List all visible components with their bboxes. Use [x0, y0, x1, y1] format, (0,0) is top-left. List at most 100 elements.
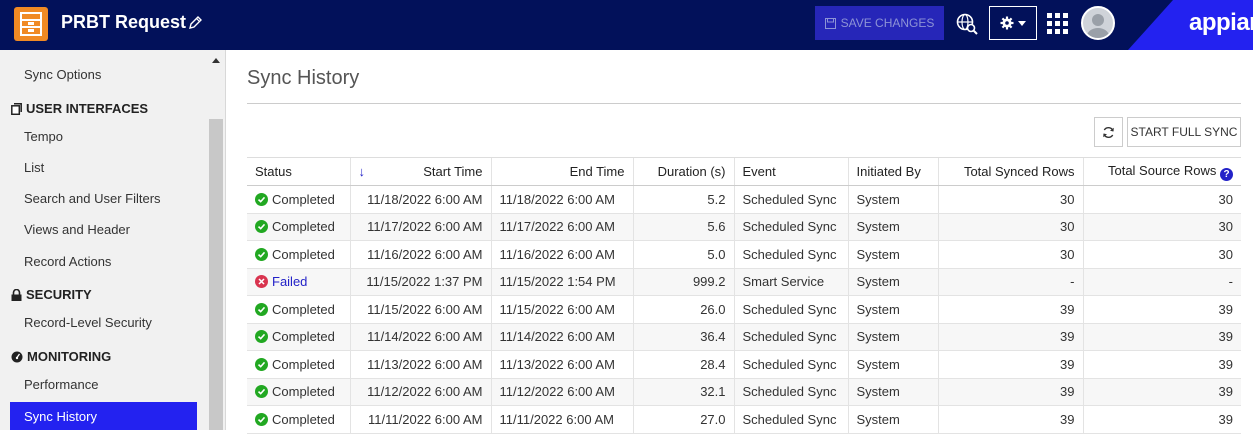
event-cell: Scheduled Sync — [733, 378, 848, 406]
column-header-status[interactable]: Status — [247, 157, 350, 186]
column-header-end-time[interactable]: End Time — [490, 157, 633, 186]
error-icon — [255, 275, 268, 289]
status-cell: Completed — [247, 378, 350, 406]
sidebar-item-sync-history[interactable]: Sync History — [10, 402, 197, 430]
app-launcher-icon[interactable] — [1047, 13, 1068, 34]
settings-menu-button[interactable] — [989, 6, 1037, 40]
check-circle-icon — [255, 247, 268, 261]
initiated-by-cell: System — [847, 295, 938, 324]
sidebar-item-views-header[interactable]: Views and Header — [24, 222, 130, 237]
status-cell: Completed — [247, 295, 350, 324]
total-source-rows-cell: - — [1082, 268, 1241, 296]
sidebar-item-record-actions[interactable]: Record Actions — [24, 254, 111, 269]
table-row: Completed 11/11/2022 6:00 AM 11/11/2022 6:… — [247, 405, 1241, 434]
lock-icon — [11, 288, 22, 301]
status-text: Completed — [272, 246, 335, 262]
initiated-by-cell: System — [847, 185, 938, 214]
end-time-cell: 11/12/2022 6:00 AM — [490, 378, 633, 406]
column-header-total-source-rows[interactable]: Total Source Rows ? — [1082, 157, 1241, 186]
event-cell: Scheduled Sync — [733, 213, 848, 241]
status-text: Completed — [272, 191, 335, 207]
total-source-rows-cell: 39 — [1082, 323, 1241, 351]
initiated-by-cell: System — [847, 350, 938, 379]
user-avatar[interactable] — [1081, 6, 1115, 40]
check-circle-icon — [255, 412, 268, 426]
start-time-cell: 11/18/2022 6:00 AM — [349, 185, 491, 214]
status-text[interactable]: Failed — [272, 274, 307, 289]
status-badge: Completed — [255, 357, 342, 372]
appian-logo: appian — [1189, 9, 1253, 36]
save-icon — [824, 17, 836, 29]
edit-icon[interactable] — [187, 15, 203, 31]
initiated-by-cell: System — [847, 213, 938, 241]
check-circle-icon — [255, 330, 268, 344]
column-header-initiated-by[interactable]: Initiated By — [847, 157, 938, 186]
refresh-button[interactable] — [1094, 117, 1123, 147]
title-divider — [247, 103, 1241, 104]
status-badge: Completed — [255, 192, 342, 207]
status-cell: Completed — [247, 323, 350, 351]
end-time-cell: 11/14/2022 6:00 AM — [490, 323, 633, 351]
event-cell: Scheduled Sync — [733, 185, 848, 214]
duration-cell: 27.0 — [632, 405, 734, 434]
top-header: PRBT Request SAVE CHANGES appia — [0, 0, 1253, 50]
check-circle-icon — [255, 357, 268, 371]
app-icon[interactable] — [14, 7, 48, 41]
event-cell: Scheduled Sync — [733, 323, 848, 351]
initiated-by-cell: System — [847, 268, 938, 296]
caret-down-icon — [1018, 20, 1026, 26]
scroll-up-arrow-icon[interactable] — [212, 58, 220, 63]
table-row: Completed 11/18/2022 6:00 AM 11/18/2022 6:… — [247, 185, 1241, 214]
sidebar-item-performance[interactable]: Performance — [24, 377, 98, 392]
sidebar-item-sync-options[interactable]: Sync Options — [24, 67, 101, 82]
table-row: Completed 11/13/2022 6:00 AM 11/13/2022 6:… — [247, 350, 1241, 379]
globe-search-icon[interactable] — [955, 12, 979, 36]
sidebar: Sync Options USER INTERFACES Tempo List … — [0, 50, 226, 430]
initiated-by-cell: System — [847, 405, 938, 434]
status-cell: Completed — [247, 240, 350, 269]
table-row: Completed 11/14/2022 6:00 AM 11/14/2022 6:… — [247, 323, 1241, 351]
status-badge[interactable]: Failed — [255, 274, 342, 289]
status-cell: Completed — [247, 405, 350, 434]
start-time-cell: 11/16/2022 6:00 AM — [349, 240, 491, 269]
sidebar-item-tempo[interactable]: Tempo — [24, 129, 63, 144]
duration-cell: 36.4 — [632, 323, 734, 351]
end-time-cell: 11/13/2022 6:00 AM — [490, 350, 633, 379]
column-header-event[interactable]: Event — [733, 157, 848, 186]
status-badge: Completed — [255, 384, 342, 399]
start-time-cell: 11/14/2022 6:00 AM — [349, 323, 491, 351]
page-title: Sync History — [247, 67, 360, 89]
sidebar-item-list[interactable]: List — [24, 160, 44, 175]
start-time-cell: 11/17/2022 6:00 AM — [349, 213, 491, 241]
total-synced-rows-cell: 39 — [937, 350, 1083, 379]
end-time-cell: 11/18/2022 6:00 AM — [490, 185, 633, 214]
start-time-cell: 11/15/2022 1:37 PM — [349, 268, 491, 296]
duration-cell: 5.6 — [632, 213, 734, 241]
sidebar-heading-monitoring: MONITORING — [11, 349, 111, 364]
event-cell: Scheduled Sync — [733, 295, 848, 324]
total-synced-rows-cell: 30 — [937, 185, 1083, 214]
start-full-sync-button[interactable]: START FULL SYNC — [1127, 117, 1241, 147]
total-source-rows-cell: 30 — [1082, 213, 1241, 241]
sidebar-scrollbar[interactable] — [209, 119, 223, 430]
column-header-start-time[interactable]: ↓ Start Time — [349, 157, 491, 186]
column-header-duration[interactable]: Duration (s) — [632, 157, 734, 186]
save-changes-button[interactable]: SAVE CHANGES — [815, 6, 944, 40]
help-icon[interactable]: ? — [1220, 167, 1233, 181]
total-synced-rows-cell: - — [937, 268, 1083, 296]
table-body: Completed 11/18/2022 6:00 AM 11/18/2022 6:… — [247, 185, 1241, 434]
total-source-rows-cell: 39 — [1082, 378, 1241, 406]
table-row: Completed 11/16/2022 6:00 AM 11/16/2022 6:… — [247, 240, 1241, 269]
layers-icon — [11, 102, 22, 115]
event-cell: Smart Service — [733, 268, 848, 296]
total-synced-rows-cell: 39 — [937, 323, 1083, 351]
status-cell: Failed — [247, 268, 350, 296]
save-changes-label: SAVE CHANGES — [840, 16, 935, 30]
initiated-by-cell: System — [847, 240, 938, 269]
sidebar-item-record-security[interactable]: Record-Level Security — [24, 315, 152, 330]
duration-cell: 28.4 — [632, 350, 734, 379]
column-header-total-synced-rows[interactable]: Total Synced Rows — [937, 157, 1083, 186]
sidebar-item-search-filters[interactable]: Search and User Filters — [24, 191, 161, 206]
dashboard-icon — [11, 351, 23, 362]
end-time-cell: 11/17/2022 6:00 AM — [490, 213, 633, 241]
